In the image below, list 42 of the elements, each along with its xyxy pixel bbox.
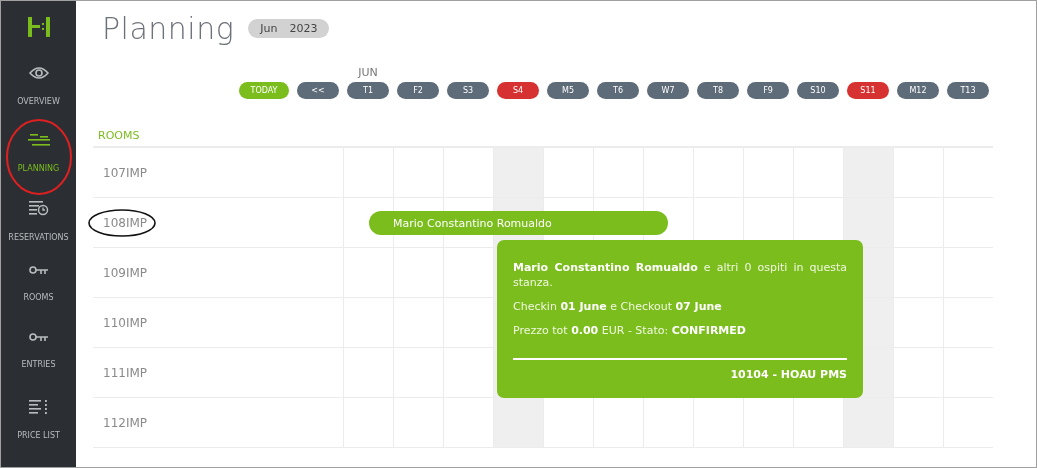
day-button[interactable]: T6 (597, 82, 639, 99)
nav-item[interactable]: PRICE LIST (1, 400, 76, 467)
eye-icon (28, 65, 49, 80)
day-button[interactable]: M12 (897, 82, 939, 99)
day-button[interactable]: S10 (797, 82, 839, 99)
day-button[interactable]: M5 (547, 82, 589, 99)
day-button[interactable]: F2 (397, 82, 439, 99)
tooltip-text: Checkin 01 June e Checkout 07 June (513, 299, 723, 314)
day-button[interactable]: S11 (847, 82, 889, 99)
day-button[interactable]: F9 (747, 82, 789, 99)
annotation-ellipse (87, 208, 157, 238)
logo-icon (27, 17, 50, 37)
room-name: 111IMP (103, 365, 148, 380)
tooltip-footer: 10104 - HOAU PMS (513, 368, 847, 381)
day-button[interactable]: S3 (447, 82, 489, 99)
room-name: 109IMP (103, 265, 148, 280)
month-label: JUN (356, 66, 379, 79)
day-button[interactable]: T8 (697, 82, 739, 99)
day-button[interactable]: T13 (947, 82, 989, 99)
key-icon (28, 266, 49, 277)
room-name: 107IMP (103, 165, 148, 180)
page-title: Planning (102, 11, 235, 46)
nav-item[interactable]: OVERVIEW (1, 65, 76, 133)
list-clock-icon (28, 199, 49, 216)
lines-icon (27, 132, 50, 147)
nav-item[interactable]: ENTRIES (1, 333, 76, 401)
month-selector[interactable]: Jun 2023 (248, 19, 330, 38)
room-name: 108IMP (103, 215, 148, 230)
room-name: 112IMP (103, 415, 148, 430)
tooltip-text: Mario Constantino Romualdo e altri 0 ospiti in questa stanza. (513, 260, 847, 290)
nav-item[interactable]: ROOMS (1, 266, 76, 334)
day-button[interactable]: W7 (647, 82, 689, 99)
day-button[interactable]: T1 (347, 82, 389, 99)
nav-item[interactable]: RESERVATIONS (1, 199, 76, 267)
list-icon (28, 400, 49, 415)
key-icon (28, 333, 49, 344)
rooms-heading: ROOMS (98, 129, 141, 144)
back-button[interactable]: << (297, 82, 339, 99)
nav-item[interactable]: PLANNING (1, 132, 76, 200)
day-button[interactable]: S4 (497, 82, 539, 99)
tooltip-text: Prezzo tot 0.00 EUR - Stato: CONFIRMED (513, 323, 747, 338)
room-name: 110IMP (103, 315, 148, 330)
